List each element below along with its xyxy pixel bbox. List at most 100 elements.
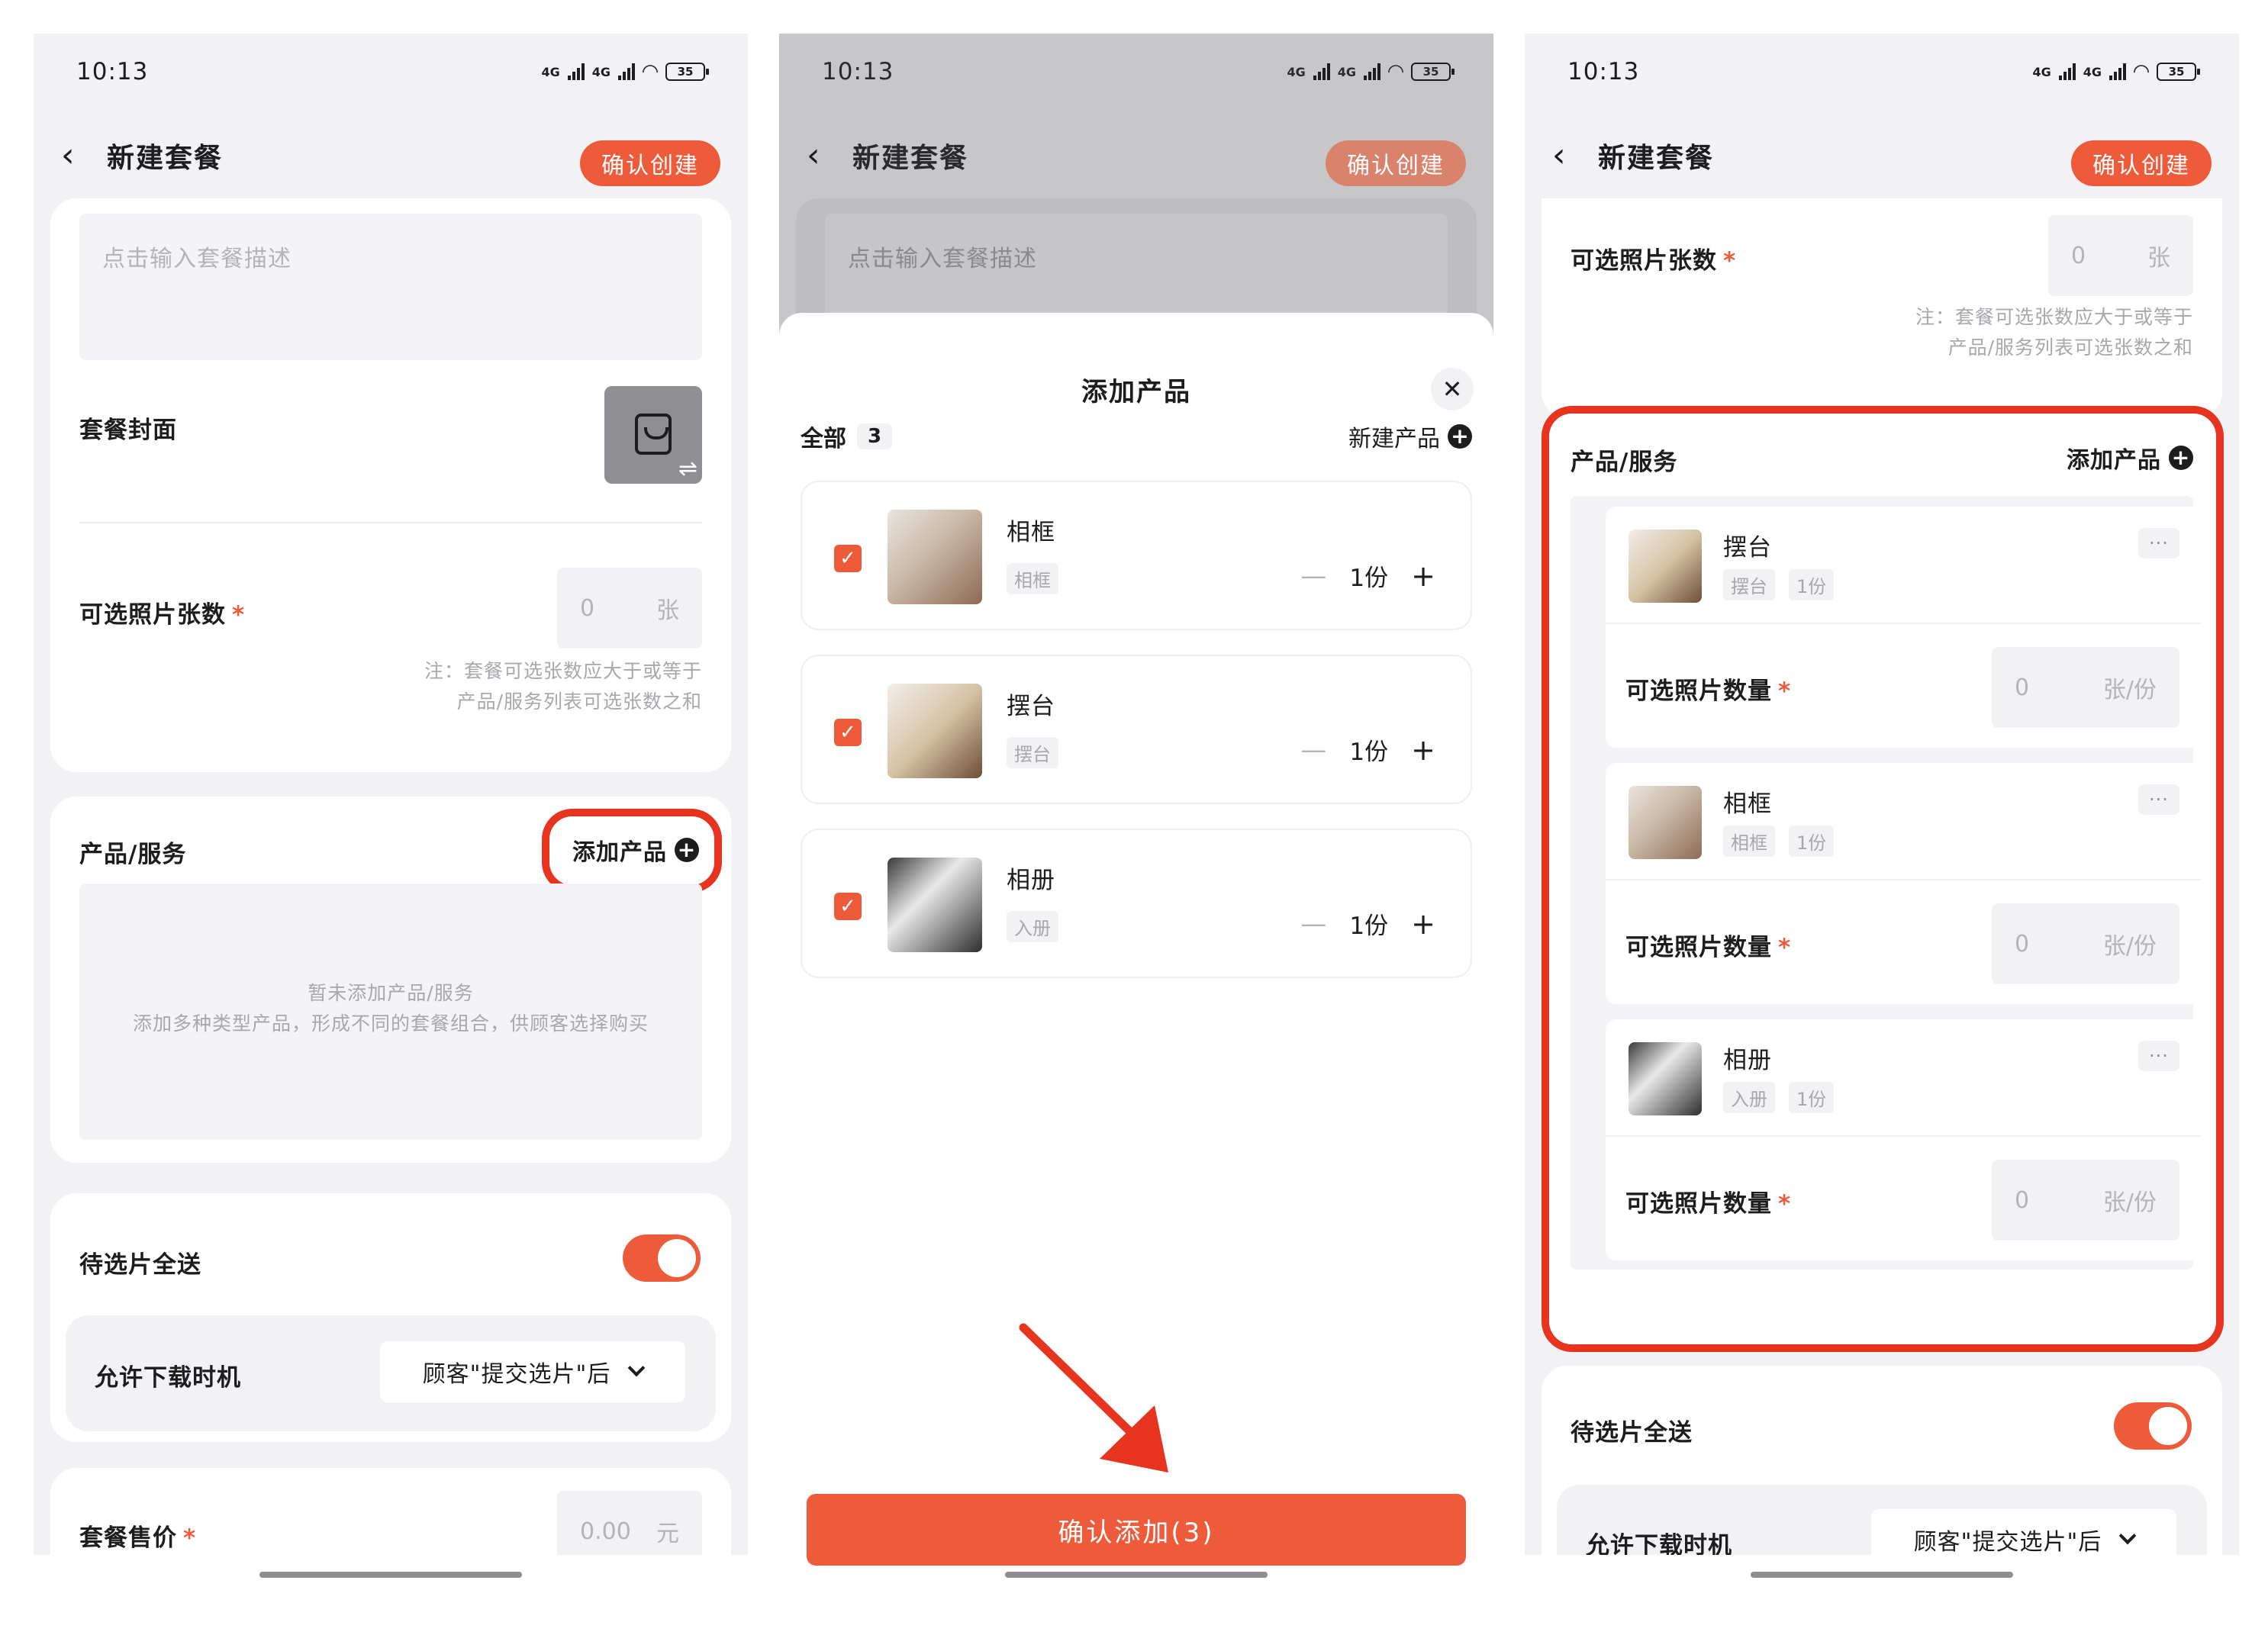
signal-icon bbox=[2058, 63, 2076, 80]
shopping-bag-icon bbox=[635, 414, 672, 455]
product-name: 相框 bbox=[1007, 519, 1055, 546]
network-label: 4G bbox=[2083, 64, 2102, 79]
send-all-label: 待选片全送 bbox=[1571, 1419, 1693, 1447]
plus-icon[interactable]: + bbox=[1411, 559, 1435, 593]
nav-header: ‹ 新建套餐 确认创建 bbox=[34, 110, 748, 201]
signal-icon bbox=[567, 63, 585, 80]
product-card[interactable]: ✓ 相框 相框 — 1份 + bbox=[801, 481, 1472, 630]
wifi-icon: ◠ bbox=[1388, 60, 1403, 83]
products-label: 产品/服务 bbox=[79, 841, 187, 868]
screen-2: 10:13 4G 4G ◠ 35 ‹ 新建套餐 确认创建 点击输入套餐描述 添加… bbox=[779, 34, 1493, 1598]
status-icons: 4G 4G ◠ 35 bbox=[541, 60, 709, 83]
divider bbox=[79, 522, 702, 523]
price-label: 套餐售价 * bbox=[79, 1524, 197, 1552]
status-icons: 4G 4G ◠ 35 bbox=[2032, 60, 2200, 83]
signal-icon bbox=[1313, 63, 1330, 80]
checkbox-checked-icon[interactable]: ✓ bbox=[834, 545, 862, 572]
photo-count-input[interactable]: 0张 bbox=[2048, 215, 2193, 296]
product-tag: 入册 bbox=[1007, 911, 1058, 942]
download-select[interactable]: 顾客"提交选片"后 bbox=[380, 1341, 685, 1402]
page-title: 新建套餐 bbox=[852, 143, 969, 174]
screen-1: 10:13 4G 4G ◠ 35 ‹ 新建套餐 确认创建 点击输入套餐描述 套餐… bbox=[34, 34, 748, 1598]
photo-count-input[interactable]: 0张 bbox=[557, 568, 702, 649]
checkbox-checked-icon[interactable]: ✓ bbox=[834, 719, 862, 746]
confirm-create-button[interactable]: 确认创建 bbox=[1326, 140, 1466, 186]
quantity-value: 1份 bbox=[1349, 565, 1389, 592]
signal-icon bbox=[618, 63, 635, 80]
nav-header: ‹ 新建套餐 确认创建 bbox=[779, 110, 1493, 201]
send-all-toggle[interactable] bbox=[623, 1234, 701, 1282]
network-label: 4G bbox=[1337, 64, 1356, 79]
status-time: 10:13 bbox=[1567, 58, 1640, 85]
quantity-stepper: — 1份 + bbox=[1300, 732, 1435, 767]
page-title: 新建套餐 bbox=[107, 143, 224, 174]
cover-image[interactable]: ⇌ bbox=[604, 386, 702, 484]
sheet-title: 添加产品 bbox=[1081, 377, 1191, 407]
send-all-toggle[interactable] bbox=[2114, 1402, 2192, 1450]
battery-icon: 35 bbox=[2157, 63, 2200, 81]
highlight-ring bbox=[1542, 406, 2224, 1352]
back-arrow-icon[interactable]: ‹ bbox=[1552, 139, 1598, 172]
back-arrow-icon[interactable]: ‹ bbox=[807, 139, 852, 172]
home-indicator bbox=[779, 1555, 1493, 1598]
status-bar: 10:13 4G 4G ◠ 35 bbox=[34, 34, 748, 110]
count-badge: 3 bbox=[857, 423, 893, 449]
network-label: 4G bbox=[591, 64, 610, 79]
frame-thumbnail bbox=[888, 510, 982, 604]
page-title: 新建套餐 bbox=[1598, 143, 1715, 174]
download-label: 允许下载时机 bbox=[95, 1364, 241, 1392]
confirm-create-button[interactable]: 确认创建 bbox=[580, 140, 720, 186]
wifi-icon: ◠ bbox=[643, 60, 658, 83]
chevron-down-icon bbox=[2118, 1527, 2137, 1545]
back-arrow-icon[interactable]: ‹ bbox=[61, 139, 107, 172]
quantity-value: 1份 bbox=[1349, 739, 1389, 766]
confirm-create-button[interactable]: 确认创建 bbox=[2071, 140, 2212, 186]
plus-icon[interactable]: + bbox=[1411, 733, 1435, 767]
product-tag: 摆台 bbox=[1007, 737, 1058, 768]
album-thumbnail bbox=[888, 858, 982, 952]
product-name: 相册 bbox=[1007, 867, 1055, 894]
cover-label: 套餐封面 bbox=[79, 417, 177, 444]
quantity-value: 1份 bbox=[1349, 913, 1389, 940]
product-card[interactable]: ✓ 相册 入册 — 1份 + bbox=[801, 829, 1472, 978]
battery-icon: 35 bbox=[1411, 63, 1455, 81]
close-icon[interactable]: ✕ bbox=[1431, 368, 1474, 410]
quantity-stepper: — 1份 + bbox=[1300, 558, 1435, 593]
minus-icon[interactable]: — bbox=[1300, 909, 1326, 939]
plus-icon[interactable]: + bbox=[1411, 907, 1435, 941]
signal-icon bbox=[1364, 63, 1380, 80]
minus-icon[interactable]: — bbox=[1300, 561, 1326, 591]
screen-3: 10:13 4G 4G ◠ 35 ‹ 新建套餐 确认创建 可选照片张数 * 0张 … bbox=[1525, 34, 2239, 1598]
photo-count-label: 可选照片张数 * bbox=[1571, 247, 1737, 275]
photo-count-note: 注：套餐可选张数应大于或等于 产品/服务列表可选张数之和 bbox=[1915, 306, 2193, 359]
product-card[interactable]: ✓ 摆台 摆台 — 1份 + bbox=[801, 655, 1472, 804]
status-icons: 4G 4G ◠ 35 bbox=[1287, 60, 1455, 83]
plus-icon: + bbox=[1448, 424, 1472, 449]
product-tag: 相框 bbox=[1007, 563, 1058, 594]
home-indicator bbox=[34, 1555, 748, 1598]
annotation-arrow-icon bbox=[1019, 1323, 1168, 1473]
new-product-button[interactable]: 新建产品 + bbox=[1348, 420, 1472, 453]
product-name: 摆台 bbox=[1007, 693, 1055, 720]
network-label: 4G bbox=[2032, 64, 2051, 79]
send-all-label: 待选片全送 bbox=[79, 1251, 201, 1279]
empty-products: 暂未添加产品/服务 添加多种类型产品，形成不同的套餐组合，供顾客选择购买 bbox=[79, 884, 702, 1140]
network-label: 4G bbox=[541, 64, 560, 79]
status-time: 10:13 bbox=[822, 58, 894, 85]
status-bar: 10:13 4G 4G ◠ 35 bbox=[1525, 34, 2239, 110]
quantity-stepper: — 1份 + bbox=[1300, 906, 1435, 941]
chevron-down-icon bbox=[627, 1359, 646, 1377]
minus-icon[interactable]: — bbox=[1300, 735, 1326, 765]
home-indicator bbox=[1525, 1555, 2239, 1598]
nav-header: ‹ 新建套餐 确认创建 bbox=[1525, 110, 2239, 201]
checkbox-checked-icon[interactable]: ✓ bbox=[834, 893, 862, 920]
sheet-grip[interactable] bbox=[1102, 330, 1171, 336]
description-input[interactable]: 点击输入套餐描述 bbox=[79, 214, 702, 360]
status-time: 10:13 bbox=[76, 58, 149, 85]
network-label: 4G bbox=[1287, 64, 1306, 79]
stand-thumbnail bbox=[888, 684, 982, 778]
status-bar: 10:13 4G 4G ◠ 35 bbox=[779, 34, 1493, 110]
add-product-sheet: 添加产品 ✕ 全部 3 新建产品 + ✓ 相框 相框 — 1份 + ✓ 摆台 摆台 — 1… bbox=[779, 313, 1493, 1598]
photo-count-note: 注：套餐可选张数应大于或等于 产品/服务列表可选张数之和 bbox=[424, 660, 702, 713]
tab-all[interactable]: 全部 3 bbox=[801, 420, 893, 453]
